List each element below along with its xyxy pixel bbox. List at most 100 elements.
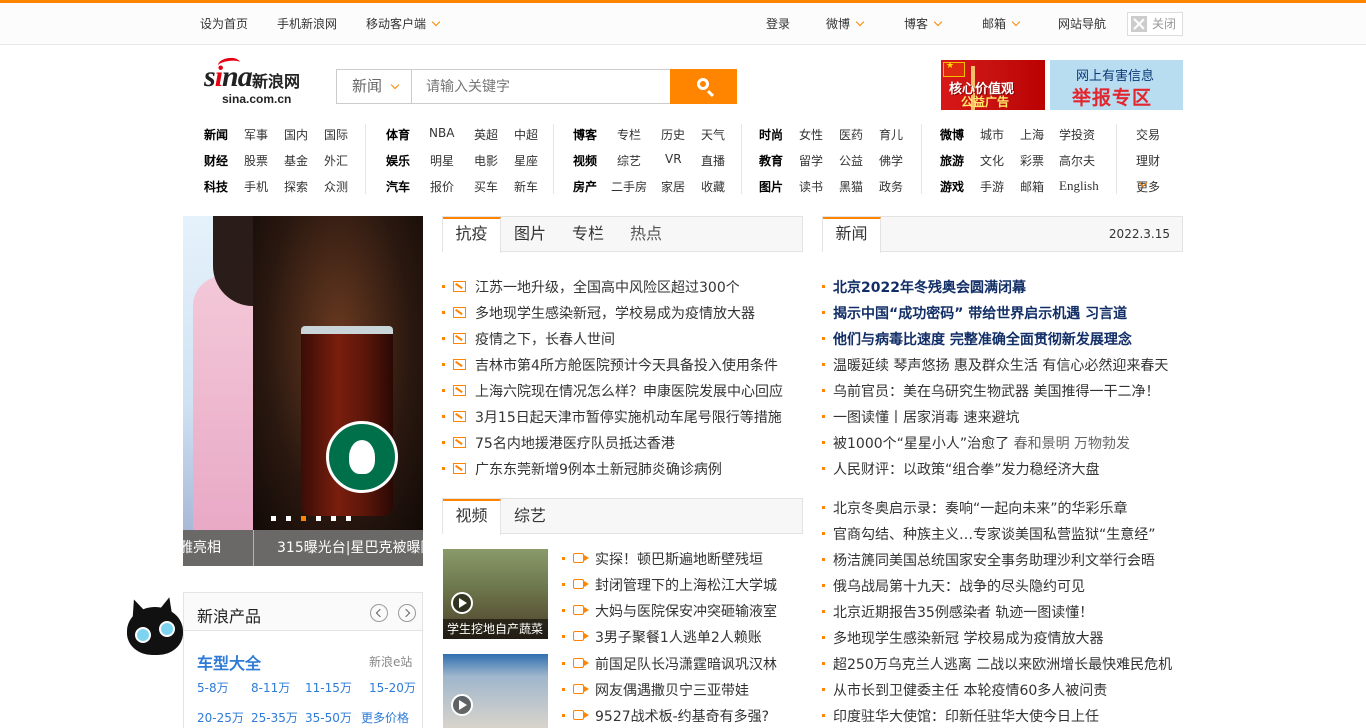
nav-link[interactable]: 综艺: [617, 152, 641, 169]
nav-link[interactable]: 时尚: [759, 126, 783, 143]
nav-link[interactable]: English: [1059, 178, 1099, 194]
slider-caption[interactable]: 雅亮相 315曝光台|星巴克被曝隔: [183, 530, 423, 566]
nav-link[interactable]: 星座: [514, 152, 538, 169]
slider-dot[interactable]: [346, 516, 351, 521]
tab-epidemic[interactable]: 抗疫: [443, 217, 501, 253]
price-range-link[interactable]: 25-35万: [251, 709, 298, 726]
nav-link[interactable]: 历史: [661, 126, 685, 143]
mobile-sina-link[interactable]: 手机新浪网: [277, 15, 337, 32]
nav-link[interactable]: 天气: [701, 126, 725, 143]
nav-link[interactable]: 视频: [573, 152, 597, 169]
nav-link[interactable]: 军事: [244, 126, 268, 143]
nav-link[interactable]: 体育: [386, 126, 410, 143]
car-models-link[interactable]: 车型大全: [197, 650, 261, 674]
values-ad-banner[interactable]: 核心价值观 公益广告: [941, 60, 1045, 110]
search-button[interactable]: [670, 69, 737, 104]
image-slider[interactable]: 雅亮相 315曝光台|星巴克被曝隔: [183, 216, 423, 566]
nav-link[interactable]: 图片: [759, 178, 783, 195]
price-range-link[interactable]: 11-15万: [305, 679, 352, 696]
nav-link[interactable]: 报价: [430, 178, 454, 195]
price-range-link[interactable]: 35-50万: [305, 709, 352, 726]
login-link[interactable]: 登录: [766, 15, 790, 32]
sina-logo[interactable]: sina 新浪网 sina.com.cn: [204, 56, 316, 110]
tab-video[interactable]: 视频: [443, 499, 501, 535]
tab-variety[interactable]: 综艺: [501, 499, 559, 534]
nav-link[interactable]: 娱乐: [386, 152, 410, 169]
nav-link[interactable]: 电影: [474, 152, 498, 169]
nav-link[interactable]: 上海: [1020, 126, 1044, 143]
nav-link[interactable]: 探索: [284, 178, 308, 195]
cat-mascot-icon[interactable]: [121, 595, 183, 659]
e-site-link[interactable]: 新浪e站: [369, 653, 412, 670]
nav-link[interactable]: 家居: [661, 178, 685, 195]
nav-link[interactable]: 收藏: [701, 178, 725, 195]
weibo-menu[interactable]: 微博: [826, 15, 865, 32]
nav-link[interactable]: 佛学: [879, 152, 903, 169]
nav-link[interactable]: 微博: [940, 126, 964, 143]
nav-link[interactable]: 政务: [879, 178, 903, 195]
video-thumbnail[interactable]: 学生挖地自产蔬菜: [443, 549, 548, 639]
slider-dot[interactable]: [271, 516, 276, 521]
tab-hot[interactable]: 热点: [617, 217, 675, 252]
slider-dot-active[interactable]: [301, 516, 306, 521]
more-menu[interactable]: 更多: [1136, 178, 1160, 194]
slider-dot[interactable]: [286, 516, 291, 521]
nav-link[interactable]: 直播: [701, 152, 725, 169]
mail-menu[interactable]: 邮箱: [982, 15, 1021, 32]
tab-news[interactable]: 新闻: [823, 217, 881, 253]
blog-menu[interactable]: 博客: [904, 15, 943, 32]
nav-link[interactable]: 手游: [980, 178, 1004, 195]
nav-link[interactable]: 学投资: [1059, 126, 1095, 143]
nav-link[interactable]: 国际: [324, 126, 348, 143]
price-range-link[interactable]: 8-11万: [251, 679, 290, 696]
slider-dot[interactable]: [316, 516, 321, 521]
mobile-client-menu[interactable]: 移动客户端: [366, 15, 441, 32]
close-button[interactable]: 关闭: [1127, 12, 1183, 36]
slider-dot[interactable]: [331, 516, 336, 521]
nav-link[interactable]: 房产: [573, 178, 597, 195]
nav-link[interactable]: 旅游: [940, 152, 964, 169]
nav-link[interactable]: 女性: [799, 126, 823, 143]
nav-link[interactable]: NBA: [429, 126, 454, 140]
nav-link[interactable]: 理财: [1136, 152, 1160, 169]
price-range-link[interactable]: 20-25万: [197, 709, 244, 726]
list-item-link-secondary[interactable]: 春和景明 万物勃发: [1014, 436, 1130, 452]
nav-link[interactable]: 买车: [474, 178, 498, 195]
nav-link[interactable]: 医药: [839, 126, 863, 143]
nav-link[interactable]: 基金: [284, 152, 308, 169]
nav-link[interactable]: 股票: [244, 152, 268, 169]
set-home-link[interactable]: 设为首页: [200, 15, 248, 32]
nav-link[interactable]: 众测: [324, 178, 348, 195]
search-category-select[interactable]: 新闻: [336, 69, 412, 104]
nav-link[interactable]: 明星: [430, 152, 454, 169]
search-input[interactable]: [411, 69, 671, 104]
nav-link[interactable]: 教育: [759, 152, 783, 169]
nav-link[interactable]: 彩票: [1020, 152, 1044, 169]
list-item-link[interactable]: 被1000个“星星小人”治愈了: [833, 436, 1009, 452]
price-range-link[interactable]: 15-20万: [369, 679, 416, 696]
more-prices-link[interactable]: 更多价格: [361, 709, 409, 726]
nav-link[interactable]: 专栏: [617, 126, 641, 143]
nav-link[interactable]: 公益: [839, 152, 863, 169]
nav-link[interactable]: 外汇: [324, 152, 348, 169]
nav-link[interactable]: 读书: [799, 178, 823, 195]
nav-link[interactable]: 汽车: [386, 178, 410, 195]
nav-link[interactable]: 财经: [204, 152, 228, 169]
nav-link[interactable]: 手机: [244, 178, 268, 195]
nav-link[interactable]: 英超: [474, 126, 498, 143]
nav-link[interactable]: 交易: [1136, 126, 1160, 143]
nav-link[interactable]: 科技: [204, 178, 228, 195]
nav-link[interactable]: 中超: [514, 126, 538, 143]
nav-link[interactable]: 游戏: [940, 178, 964, 195]
video-thumbnail[interactable]: [443, 654, 548, 728]
nav-link[interactable]: 邮箱: [1020, 178, 1044, 195]
tab-pictures[interactable]: 图片: [501, 217, 559, 252]
nav-link[interactable]: 高尔夫: [1059, 152, 1095, 169]
nav-link[interactable]: 博客: [573, 126, 597, 143]
nav-link[interactable]: 留学: [799, 152, 823, 169]
prev-arrow-icon[interactable]: [370, 604, 388, 622]
report-banner[interactable]: 网上有害信息 举报专区: [1050, 60, 1183, 110]
nav-link[interactable]: 黑猫: [839, 178, 863, 195]
nav-link[interactable]: VR: [665, 152, 682, 166]
nav-link[interactable]: 新车: [514, 178, 538, 195]
